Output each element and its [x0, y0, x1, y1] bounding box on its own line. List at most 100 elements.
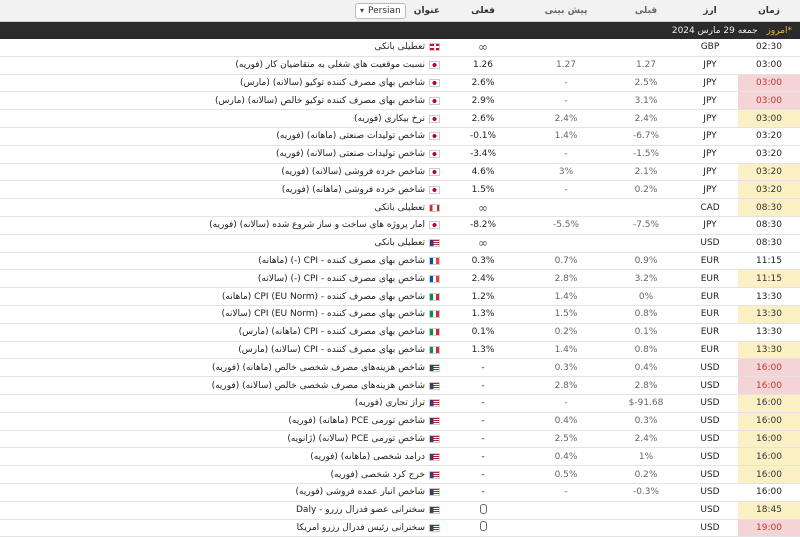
event-previous: 3.1%: [634, 95, 658, 106]
event-actual: -: [481, 469, 485, 480]
flag-us-icon: [429, 434, 440, 443]
event-row[interactable]: 13:30 EUR 0% 1.4% 1.2% شاخص بهای مصرف کن…: [0, 288, 800, 306]
event-row[interactable]: 03:20 JPY 6.7%- 1.4% 0.1%- شاخص تولیدات …: [0, 128, 800, 146]
event-title: شاخص انبار عمده فروشی (فوریه): [295, 487, 425, 498]
event-currency: USD: [700, 487, 720, 498]
event-row[interactable]: 08:30 JPY 7.5%- 5.5%- 8.2%- آمار پروژه ه…: [0, 217, 800, 235]
event-title-cell: شاخص تورمی PCE (ماهانه) (فوریه): [0, 416, 444, 426]
event-currency: EUR: [700, 344, 720, 355]
table-header: زمان ارز قبلی پیش بینی فعلی عنوان ▾ Pers…: [0, 0, 800, 22]
event-title: شاخص تولیدات صنعتی (ماهانه) (فوریه): [276, 131, 425, 142]
event-row[interactable]: 08:30 CAD ∞ تعطیلی بانکی: [0, 199, 800, 217]
col-forecast: پیش بینی: [544, 5, 588, 16]
event-currency: USD: [700, 238, 720, 249]
event-time: 03:20: [756, 149, 782, 160]
event-actual: -: [481, 380, 485, 391]
event-row[interactable]: 16:00 USD 0.3% 0.4% - شاخص تورمی PCE (ما…: [0, 412, 800, 431]
event-title-cell: شاخص خرده فروشی (ماهانه) (فوریه): [0, 185, 444, 195]
event-time: 03:00: [738, 92, 800, 110]
event-time: 13:30: [756, 327, 782, 338]
event-row[interactable]: 16:00 USD 0.3%- - - شاخص انبار عمده فروش…: [0, 484, 800, 502]
event-actual: 1.3%: [471, 344, 495, 355]
event-row[interactable]: 13:30 EUR 0.8% 1.5% 1.3% شاخص بهای مصرف …: [0, 305, 800, 324]
event-row[interactable]: 16:00 USD 0.2% 0.5% - خرج کرد شخصی (فوری…: [0, 466, 800, 484]
event-time: 16:00: [738, 412, 800, 430]
event-title: شاخص بهای مصرف کننده - CPI (-) (سالانه): [257, 273, 425, 284]
event-currency: USD: [700, 362, 720, 373]
event-time: 13:30: [738, 341, 800, 359]
event-previous: 0.9%: [634, 255, 658, 266]
flag-jp-icon: [429, 78, 440, 87]
event-currency: USD: [700, 433, 720, 444]
event-actual: 2.6%: [471, 113, 495, 124]
event-currency: EUR: [700, 273, 720, 284]
event-currency: JPY: [703, 131, 717, 142]
event-title: شاخص هزینه‌های مصرف شخصی خالص (سالانه) (…: [211, 380, 425, 391]
event-row[interactable]: 03:00 JPY 2.4% 2.4% 2.6% نرخ بیکاری (فور…: [0, 110, 800, 128]
event-title-cell: شاخص بهای مصرف کننده - (CPI (EU Norm (ما…: [0, 292, 444, 302]
event-list: 02:30 GBP ∞ تعطیلی بانکی 03:00 JPY 1.27 …: [0, 39, 800, 537]
event-title-cell: شاخص بهای مصرف کننده - (CPI (EU Norm (سا…: [0, 309, 444, 319]
event-row[interactable]: 19:00 USD سخنرانی رئیس فدرال رزرو آمریکا: [0, 519, 800, 537]
event-title-cell: شاخص هزینه‌های مصرف شخصی خالص (سالانه) (…: [0, 381, 444, 391]
event-row[interactable]: 03:20 JPY 2.1% 3% 4.6% شاخص خرده فروشی (…: [0, 163, 800, 182]
event-previous: 0.3%: [634, 416, 658, 427]
event-time: 02:30: [756, 42, 782, 53]
event-forecast: 1.4%: [554, 344, 578, 355]
event-row[interactable]: 13:30 EUR 0.8% 1.4% 1.3% شاخص بهای مصرف …: [0, 341, 800, 360]
event-actual: 1.5%: [471, 184, 495, 195]
flag-us-icon: [429, 239, 440, 248]
event-row[interactable]: 13:30 EUR 0.1% 0.2% 0.1% شاخص بهای مصرف …: [0, 324, 800, 342]
event-row[interactable]: 03:00 JPY 1.27 1.27 1.26 نسبت موقعیت های…: [0, 57, 800, 75]
event-row[interactable]: 11:15 EUR 0.9% 0.7% 0.3% شاخص بهای مصرف …: [0, 253, 800, 271]
col-time: زمان: [758, 5, 780, 16]
event-time: 16:00: [738, 377, 800, 394]
holiday-infinity-icon: ∞: [478, 200, 488, 215]
event-forecast: 3%: [558, 166, 574, 177]
event-row[interactable]: 08:30 USD ∞ تعطیلی بانکی: [0, 235, 800, 253]
event-row[interactable]: 16:00 USD 0.4% 0.3% - شاخص هزینه‌های مصر…: [0, 359, 800, 378]
event-forecast: -: [564, 149, 568, 160]
event-currency: USD: [700, 469, 720, 480]
event-row[interactable]: 16:00 USD 2.8% 2.8% - شاخص هزینه‌های مصر…: [0, 377, 800, 395]
event-actual: 2.6%: [471, 77, 495, 88]
event-row[interactable]: 18:45 USD سخنرانی عضو فدرال رزرو - Daly: [0, 501, 800, 520]
event-previous: 0.4%: [634, 362, 658, 373]
event-forecast: 2.4%: [554, 113, 578, 124]
event-time: 16:00: [738, 448, 800, 466]
event-row[interactable]: 03:20 JPY 1.5%- - 3.4%- شاخص تولیدات صنع…: [0, 146, 800, 164]
event-row[interactable]: 16:00 USD 1% 0.4% - درآمد شخصی (ماهانه) …: [0, 448, 800, 467]
event-row[interactable]: 03:00 JPY 3.1% - 2.9% شاخص بهای مصرف کنن…: [0, 92, 800, 111]
event-actual: -: [481, 398, 485, 409]
event-title: خرج کرد شخصی (فوریه): [330, 469, 426, 480]
event-forecast: -: [564, 77, 568, 88]
event-row[interactable]: 03:20 JPY 0.2% - 1.5% شاخص خرده فروشی (م…: [0, 181, 800, 200]
event-forecast: 1.4%: [554, 291, 578, 302]
event-title-cell: خرج کرد شخصی (فوریه): [0, 470, 444, 480]
event-title-cell: شاخص بهای مصرف کننده توکیو خالص (سالانه)…: [0, 96, 444, 106]
col-currency: ارز: [703, 5, 717, 16]
language-select[interactable]: ▾ Persian: [354, 2, 406, 19]
event-forecast: 2.8%: [554, 380, 578, 391]
event-time: 16:00: [738, 359, 800, 377]
event-row[interactable]: 16:00 USD 91.68-$ - - تراز تجاری (فوریه): [0, 394, 800, 413]
event-currency: USD: [700, 451, 720, 462]
event-currency: JPY: [703, 60, 717, 71]
event-row[interactable]: 16:00 USD 2.4% 2.5% - شاخص تورمی PCE (سا…: [0, 430, 800, 449]
event-previous: 6.7%-: [632, 131, 660, 142]
event-actual: -: [481, 362, 485, 373]
flag-us-icon: [429, 399, 440, 408]
event-time: 13:30: [738, 305, 800, 323]
event-row[interactable]: 03:00 JPY 2.5% - 2.6% شاخص بهای مصرف کنن…: [0, 74, 800, 93]
event-forecast: 0.3%: [554, 362, 578, 373]
flag-jp-icon: [429, 167, 440, 176]
event-actual: 0.3%: [471, 255, 495, 266]
event-time: 16:00: [738, 394, 800, 412]
flag-jp-icon: [429, 132, 440, 141]
event-row[interactable]: 02:30 GBP ∞ تعطیلی بانکی: [0, 39, 800, 57]
event-title-cell: شاخص بهای مصرف کننده - CPI (-) (سالانه): [0, 274, 444, 284]
event-forecast: 1.27: [555, 60, 577, 71]
event-time: 08:30: [738, 199, 800, 216]
flag-us-icon: [429, 363, 440, 372]
event-row[interactable]: 11:15 EUR 3.2% 2.8% 2.4% شاخص بهای مصرف …: [0, 270, 800, 289]
